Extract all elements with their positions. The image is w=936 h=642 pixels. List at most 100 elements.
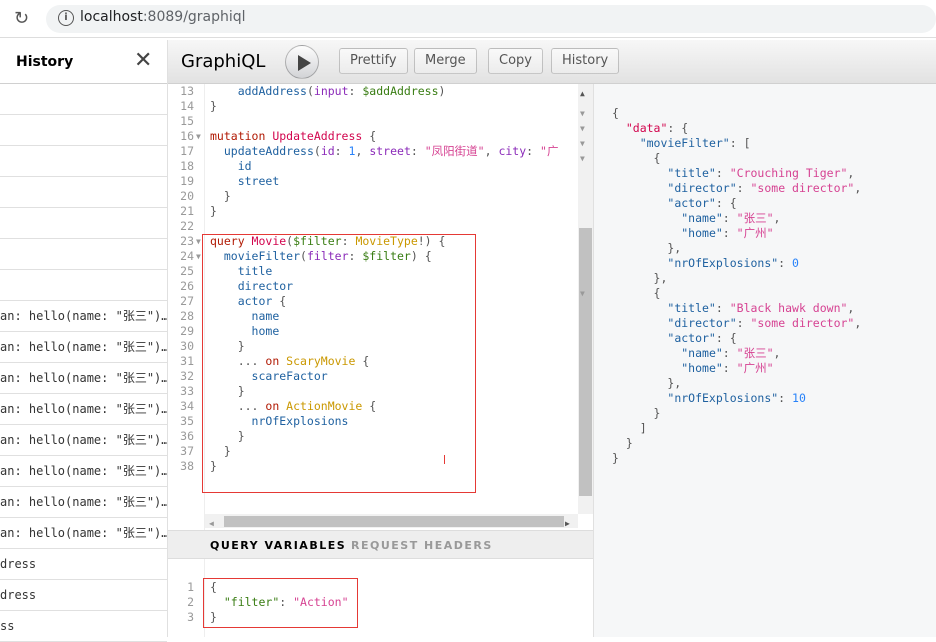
history-item[interactable] <box>0 146 167 177</box>
code-line: mutation UpdateAddress { <box>210 129 376 144</box>
line-number: 36 <box>180 429 194 443</box>
history-item[interactable]: an: hello(name: "张三")… <box>0 425 167 456</box>
line-number: 20 <box>180 189 194 203</box>
code-token: query <box>210 234 252 248</box>
history-item[interactable]: ss <box>0 611 167 642</box>
prettify-button[interactable]: Prettify <box>339 48 408 74</box>
graphiql-logo: GraphiQL <box>181 51 266 72</box>
url-text[interactable]: localhost:8089/graphiql <box>80 9 246 25</box>
close-icon[interactable]: ✕ <box>134 48 152 73</box>
history-item[interactable]: dress <box>0 549 167 580</box>
fold-arrow-icon[interactable]: ▼ <box>196 249 201 264</box>
code-token: 10 <box>792 391 806 405</box>
fold-arrow-icon[interactable]: ▼ <box>580 136 585 151</box>
line-number: 23 <box>180 234 194 248</box>
line-number: 32 <box>180 369 194 383</box>
code-token: }, <box>612 376 682 390</box>
code-token: "home" <box>681 361 723 375</box>
code-line: }, <box>612 376 681 391</box>
code-token: : <box>526 144 541 158</box>
code-token: , <box>484 144 499 158</box>
code-line: "title": "Black hawk down", <box>612 301 854 316</box>
fold-arrow-icon[interactable]: ▼ <box>580 106 585 121</box>
scroll-left-icon[interactable]: ◀ <box>209 516 214 531</box>
code-token: street <box>237 174 280 188</box>
history-item[interactable]: an: hello(name: "张三")… <box>0 456 167 487</box>
fold-arrow-icon[interactable]: ▼ <box>580 121 585 136</box>
history-item[interactable] <box>0 270 167 301</box>
scroll-right-icon[interactable]: ▶ <box>565 516 570 531</box>
copy-button[interactable]: Copy <box>488 48 543 74</box>
code-token: "data" <box>625 121 668 135</box>
history-item[interactable]: an: hello(name: "张三")… <box>0 363 167 394</box>
history-item[interactable]: an: hello(name: "张三")… <box>0 332 167 363</box>
code-token: "nrOfExplosions" <box>667 391 779 405</box>
fold-arrow-icon[interactable]: ▼ <box>580 286 585 301</box>
code-line: addAddress(input: $addAddress) <box>210 84 446 99</box>
execute-query-button[interactable] <box>285 45 319 79</box>
variables-editor[interactable]: 1 {2 "filter": "Action" 3} <box>168 559 593 637</box>
code-token: : { <box>715 331 737 345</box>
horizontal-scroll-thumb[interactable] <box>224 516 564 527</box>
code-token: "name" <box>681 346 723 360</box>
code-token: "张三" <box>736 346 774 360</box>
reload-icon[interactable]: ↻ <box>14 8 29 29</box>
result-viewer: ▼{▼ "data": {▼ "movieFilter": [▼ { "titl… <box>580 84 936 637</box>
variables-tabs: QUERY VARIABLES REQUEST HEADERS <box>168 530 593 559</box>
code-token: : <box>736 316 751 330</box>
code-token: "actor" <box>667 331 716 345</box>
tab-query-variables[interactable]: QUERY VARIABLES <box>210 539 346 552</box>
code-token: : <box>715 301 730 315</box>
tab-request-headers[interactable]: REQUEST HEADERS <box>351 539 493 552</box>
code-token: ) <box>438 84 446 98</box>
line-number: 16 <box>180 129 194 143</box>
code-line: "home": "广州" <box>612 226 773 241</box>
history-item[interactable] <box>0 239 167 270</box>
history-item[interactable]: an: hello(name: "张三")… <box>0 301 167 332</box>
code-line: movieFilter(filter: $filter) { <box>210 249 432 264</box>
code-line: "name": "张三", <box>612 346 780 361</box>
history-item[interactable]: an: hello(name: "张三")… <box>0 487 167 518</box>
history-item[interactable]: an: hello(name: "张三")… <box>0 518 167 549</box>
history-item[interactable] <box>0 84 167 115</box>
code-token: "广州" <box>736 361 774 375</box>
vertical-scroll-thumb[interactable] <box>579 228 592 496</box>
code-token: } <box>210 444 231 458</box>
history-item[interactable] <box>0 177 167 208</box>
code-token: : { <box>667 121 689 135</box>
code-token: actor <box>237 294 273 308</box>
code-token: "Crouching Tiger" <box>729 166 848 180</box>
code-token: street <box>369 144 411 158</box>
history-item[interactable]: dress <box>0 580 167 611</box>
code-line: "director": "some director", <box>612 316 861 331</box>
line-number: 34 <box>180 399 194 413</box>
code-line: { <box>612 151 661 166</box>
code-line: director <box>210 279 293 294</box>
history-item[interactable] <box>0 208 167 239</box>
history-item[interactable]: an: hello(name: "张三")… <box>0 394 167 425</box>
code-token: "some director" <box>750 316 855 330</box>
code-line: "actor": { <box>612 196 736 211</box>
fold-arrow-icon[interactable]: ▼ <box>196 234 201 249</box>
info-icon[interactable]: i <box>58 10 74 26</box>
scroll-up-icon[interactable]: ▲ <box>580 86 585 101</box>
query-editor[interactable]: ▲ ▶ ◀ 13 addAddress(input: $addAddress) 1… <box>168 84 593 530</box>
history-button[interactable]: History <box>551 48 620 74</box>
merge-button[interactable]: Merge <box>414 48 477 74</box>
code-token: ) { <box>410 249 432 263</box>
code-token: "some director" <box>750 181 855 195</box>
graphiql-main: GraphiQL Prettify Merge Copy History ▲ ▶… <box>168 40 936 637</box>
code-line: query Movie($filter: MovieType!) { <box>210 234 445 249</box>
fold-arrow-icon[interactable]: ▼ <box>580 151 585 166</box>
code-token: ( <box>300 249 307 263</box>
history-item[interactable] <box>0 115 167 146</box>
code-token: "凤阳街道" <box>424 144 485 158</box>
fold-arrow-icon[interactable]: ▼ <box>196 129 201 144</box>
